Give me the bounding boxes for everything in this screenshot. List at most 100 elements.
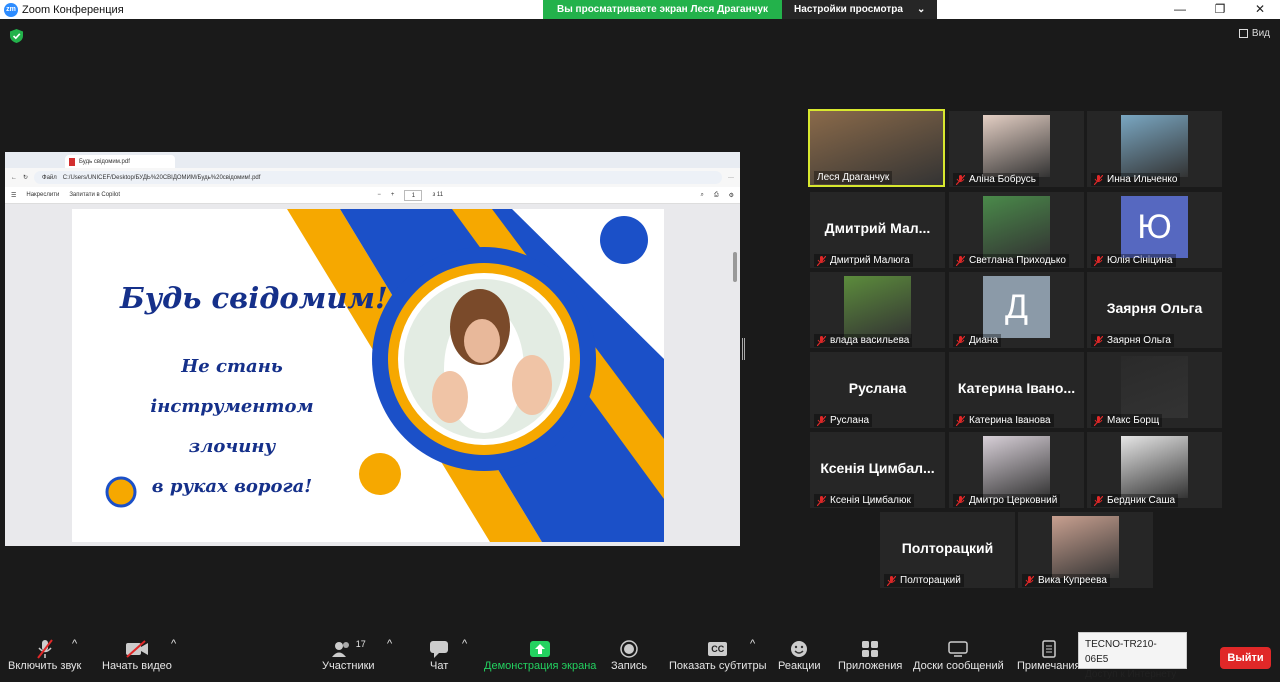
url-field[interactable]: Файл C:/Users/UNICEF/Desktop/БУДЬ%20СВІД… <box>34 171 722 184</box>
participant-name-label: Дмитрий Малюга <box>814 254 913 267</box>
minimize-button[interactable]: — <box>1160 0 1200 19</box>
participant-tile[interactable]: Вика Купреева <box>1018 512 1153 588</box>
search-icon[interactable]: ⌕ <box>700 192 703 199</box>
mic-muted-icon <box>817 495 826 506</box>
network-tooltip: TECNO-TR210-06E5 Доступ к Интернету <box>1078 632 1187 680</box>
participant-video <box>983 115 1050 177</box>
participants-options-caret[interactable]: ^ <box>387 638 392 650</box>
participant-name-label: Полторацкий <box>884 574 964 587</box>
participant-name-label: Инна Ильченко <box>1091 173 1181 186</box>
notes-label: Примечания <box>1017 660 1081 672</box>
participant-name: Руслана <box>830 415 870 426</box>
mic-muted-icon <box>1094 495 1103 506</box>
reload-icon[interactable]: ↻ <box>23 174 28 181</box>
mic-muted-icon <box>887 575 896 586</box>
participant-tile[interactable]: Дмитрий Мал... Дмитрий Малюга <box>810 192 945 268</box>
view-options-label: Настройки просмотра <box>794 4 903 15</box>
unmute-button[interactable]: Включить звук <box>8 638 81 672</box>
mic-muted-icon <box>1094 174 1103 185</box>
participant-tile[interactable]: Макс Борщ <box>1087 352 1222 428</box>
back-icon[interactable]: ← <box>11 175 17 181</box>
participant-tile[interactable]: Руслана Руслана <box>810 352 945 428</box>
participant-tile[interactable]: Ю Юлія Сініцина <box>1087 192 1222 268</box>
mic-muted-icon <box>956 415 965 426</box>
participant-tile[interactable]: Ксенія Цимбал... Ксенія Цимбалюк <box>810 432 945 508</box>
reactions-label: Реакции <box>778 660 821 672</box>
participant-tile[interactable]: Дмитро Церковний <box>949 432 1084 508</box>
page-total: з 11 <box>432 192 444 198</box>
apps-icon <box>861 638 879 660</box>
pdf-toolbar: ☰ Накреслити Запитати в Copilot − + 1 з … <box>5 187 740 204</box>
leave-meeting-button[interactable]: Выйти <box>1220 647 1271 669</box>
network-status: Доступ к Интернету <box>1085 669 1177 680</box>
browser-tab-strip: Будь свідомим.pdf <box>5 152 740 168</box>
restore-button[interactable]: ❐ <box>1200 0 1240 19</box>
mic-muted-icon <box>36 638 54 660</box>
share-banner: Вы просматриваете экран Леся Драганчук Н… <box>543 0 938 19</box>
participant-name: Заярня Ольга <box>1107 335 1171 346</box>
settings-icon[interactable]: ⚙ <box>729 192 734 199</box>
draw-button[interactable]: Накреслити <box>26 192 59 198</box>
menu-icon[interactable]: ☰ <box>11 192 16 199</box>
whiteboard-icon <box>948 638 969 660</box>
participant-name: Бердник Саша <box>1107 495 1176 506</box>
participant-tile[interactable]: Д Диана <box>949 272 1084 348</box>
apps-label: Приложения <box>838 660 903 672</box>
window-controls: — ❐ ✕ <box>1160 0 1280 19</box>
captions-options-caret[interactable]: ^ <box>750 638 755 650</box>
split-resize-handle[interactable] <box>742 338 745 360</box>
chat-options-caret[interactable]: ^ <box>462 638 467 650</box>
participant-big-name: Руслана <box>848 380 907 396</box>
whiteboards-button[interactable]: Доски сообщений <box>913 638 1004 672</box>
network-name: TECNO-TR210-06E5 <box>1085 639 1157 665</box>
start-video-label: Начать видео <box>102 660 172 672</box>
participant-tile[interactable]: Аліна Бобрусь <box>949 111 1084 187</box>
participant-tile[interactable]: Катерина Івано... Катерина Іванова <box>949 352 1084 428</box>
share-screen-button[interactable]: Демонстрация экрана <box>484 638 596 672</box>
participant-tile[interactable]: Светлана Приходько <box>949 192 1084 268</box>
reactions-button[interactable]: Реакции <box>778 638 821 672</box>
participant-name-label: Вика Купреева <box>1022 574 1110 587</box>
participant-tile[interactable]: Леся Драганчук <box>808 109 945 187</box>
video-options-caret[interactable]: ^ <box>171 638 176 650</box>
participant-tile[interactable]: Заярня Ольга Заярня Ольга <box>1087 272 1222 348</box>
shared-screen: Будь свідомим.pdf ← ↻ Файл C:/Users/UNIC… <box>5 152 740 546</box>
zoom-out-icon[interactable]: − <box>377 192 381 198</box>
audio-options-caret[interactable]: ^ <box>72 638 77 650</box>
ask-copilot-button[interactable]: Запитати в Copilot <box>69 192 120 198</box>
participant-tile[interactable]: влада васильева <box>810 272 945 348</box>
participant-name-label: Заярня Ольга <box>1091 334 1174 347</box>
print-icon[interactable]: ⎙ <box>714 192 719 199</box>
start-video-button[interactable]: Начать видео <box>102 638 172 672</box>
mic-muted-icon <box>1094 415 1103 426</box>
participant-name: Диана <box>969 335 999 346</box>
participant-name: Светлана Приходько <box>969 255 1066 266</box>
mic-muted-icon <box>1025 575 1034 586</box>
record-button[interactable]: Запись <box>611 638 647 672</box>
close-button[interactable]: ✕ <box>1240 0 1280 19</box>
participant-tile[interactable]: Бердник Саша <box>1087 432 1222 508</box>
pdf-icon <box>69 157 75 166</box>
view-button[interactable]: Вид <box>1238 28 1270 39</box>
participant-tile[interactable]: Полторацкий Полторацкий <box>880 512 1015 588</box>
browser-address-bar: ← ↻ Файл C:/Users/UNICEF/Desktop/БУДЬ%20… <box>5 168 740 187</box>
participant-name-label: Бердник Саша <box>1091 494 1179 507</box>
record-label: Запись <box>611 660 648 672</box>
pdf-scrollbar[interactable] <box>733 252 737 282</box>
participant-name: Катерина Іванова <box>969 415 1051 426</box>
view-options-button[interactable]: Настройки просмотра ⌄ <box>782 0 938 19</box>
participant-big-name: Катерина Івано... <box>957 380 1076 396</box>
zoom-in-icon[interactable]: + <box>391 192 395 198</box>
grid-icon <box>1238 29 1248 38</box>
page-number-input[interactable]: 1 <box>404 189 423 201</box>
captions-icon: CC <box>708 638 728 660</box>
participant-tile[interactable]: Инна Ильченко <box>1087 111 1222 187</box>
participants-button[interactable]: 17 Участники <box>322 638 375 672</box>
notes-button[interactable]: Примечания <box>1017 638 1081 672</box>
apps-button[interactable]: Приложения <box>838 638 902 672</box>
more-icon[interactable]: ··· <box>728 175 734 181</box>
browser-tab[interactable]: Будь свідомим.pdf <box>65 155 175 168</box>
chat-button[interactable]: Чат <box>430 638 448 672</box>
participant-video <box>1121 436 1188 498</box>
notes-icon <box>1042 638 1056 660</box>
